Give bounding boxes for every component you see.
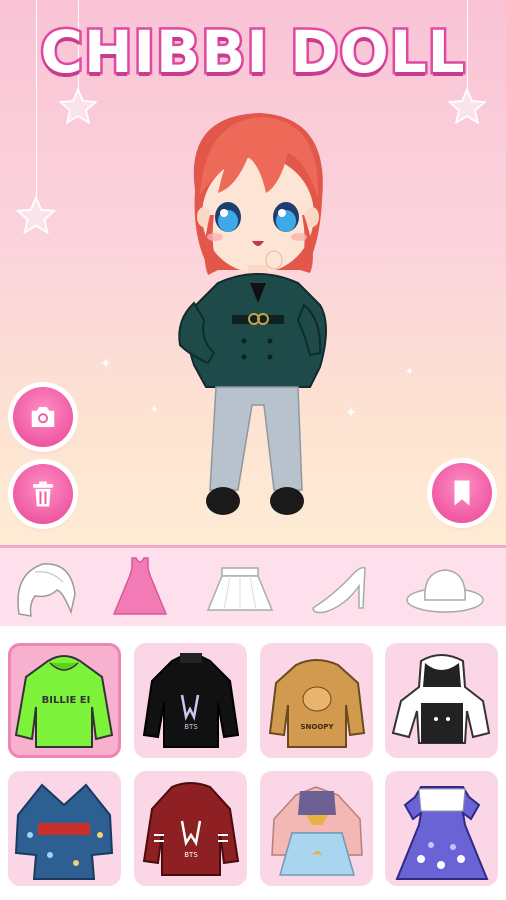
green-hoodie-icon: BILLIE EI bbox=[14, 655, 114, 748]
item-tile[interactable] bbox=[385, 771, 498, 886]
app-title: CHIBBI DOLL bbox=[38, 16, 467, 89]
doll-stage: ✦ ✦ ✦ ✦ CHIBBI DOLL bbox=[0, 0, 506, 545]
item-tile[interactable]: BTS bbox=[134, 643, 247, 758]
item-tile[interactable]: BTS bbox=[134, 771, 247, 886]
skirt-icon bbox=[206, 567, 274, 611]
item-tile[interactable] bbox=[385, 643, 498, 758]
trash-button[interactable] bbox=[13, 464, 73, 524]
item-tile[interactable]: SNOOPY bbox=[260, 643, 373, 758]
dress-icon bbox=[112, 557, 168, 615]
hat-icon bbox=[406, 569, 484, 613]
black-white-cat-hoodie-icon bbox=[391, 654, 491, 744]
red-bts-hoodie-icon: BTS bbox=[142, 782, 240, 876]
hair-icon bbox=[17, 563, 76, 617]
camera-button[interactable] bbox=[13, 387, 73, 447]
item-print: BTS bbox=[184, 851, 198, 859]
item-tile[interactable]: BILLIE EI bbox=[8, 643, 121, 758]
category-dress[interactable] bbox=[100, 554, 180, 620]
star-icon bbox=[447, 87, 487, 125]
bookmark-button[interactable] bbox=[432, 463, 492, 523]
sparkle-icon: ✦ bbox=[100, 356, 112, 372]
item-print: SNOOPY bbox=[300, 723, 334, 731]
category-shoes[interactable] bbox=[305, 554, 385, 620]
category-hat[interactable] bbox=[405, 554, 485, 620]
clothing-items-grid: BILLIE EI BTS SNOOPY BTS bbox=[0, 626, 506, 900]
black-bts-sweatshirt-icon: BTS bbox=[142, 653, 240, 748]
star-icon bbox=[58, 87, 98, 125]
category-skirt[interactable] bbox=[200, 554, 280, 620]
pastel-moon-outfit-icon bbox=[271, 786, 363, 876]
item-print: BTS bbox=[184, 723, 198, 731]
item-tile[interactable] bbox=[8, 771, 121, 886]
purple-floral-dress-icon bbox=[395, 786, 489, 880]
item-print: BILLIE EI bbox=[42, 695, 91, 706]
high-heel-icon bbox=[312, 566, 366, 614]
bookmark-icon bbox=[454, 480, 470, 506]
camera-icon bbox=[31, 407, 55, 427]
sparkle-icon: ✦ bbox=[345, 405, 357, 421]
sparkle-icon: ✦ bbox=[150, 403, 160, 416]
blue-kimono-icon bbox=[14, 783, 114, 880]
chibi-doll bbox=[178, 113, 327, 515]
category-hair[interactable] bbox=[5, 554, 85, 620]
item-tile[interactable] bbox=[260, 771, 373, 886]
sparkle-icon: ✦ bbox=[405, 365, 415, 378]
trash-icon bbox=[33, 481, 53, 507]
star-icon bbox=[15, 195, 57, 235]
tan-snoopy-sweater-icon: SNOOPY bbox=[268, 659, 366, 748]
category-bar bbox=[0, 545, 506, 629]
